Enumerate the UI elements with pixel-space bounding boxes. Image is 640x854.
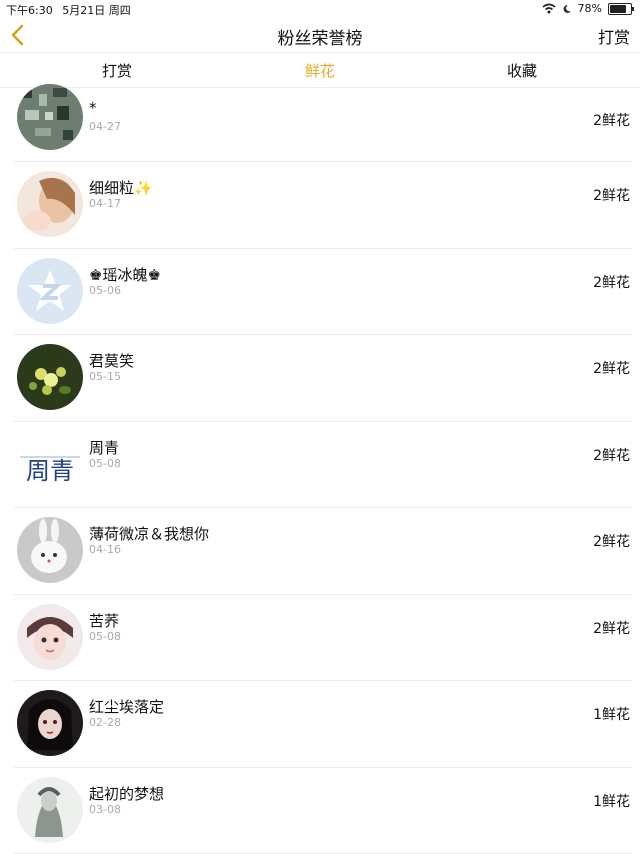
- flower-count: 1鲜花: [593, 704, 630, 724]
- list-item[interactable]: ♚瑶冰魄♚ 05-06 2鲜花: [14, 249, 632, 336]
- list-item[interactable]: 红尘埃落定 02-28 1鲜花: [14, 681, 632, 768]
- fan-date: 04-17: [89, 197, 121, 210]
- avatar-text: 周青: [26, 457, 74, 485]
- tab-bar: 打赏 鲜花 收藏: [0, 53, 640, 88]
- avatar[interactable]: [17, 344, 83, 410]
- avatar[interactable]: [17, 84, 83, 150]
- moon-icon: [562, 4, 572, 14]
- flower-count: 2鲜花: [593, 618, 630, 638]
- avatar[interactable]: [17, 777, 83, 843]
- flower-count: 2鲜花: [593, 445, 630, 465]
- battery-percent: 78%: [578, 2, 602, 15]
- tab-flowers[interactable]: 鲜花: [305, 60, 335, 81]
- fan-name: 周青: [89, 437, 119, 458]
- fan-name: *: [89, 99, 97, 117]
- fan-name: 君莫笑: [89, 350, 134, 371]
- fan-date: 04-16: [89, 543, 121, 556]
- fan-name: 苦荞: [89, 610, 119, 631]
- status-bar: 下午6:30 5月21日 周四 78%: [0, 0, 640, 18]
- fan-name: ♚瑶冰魄♚: [89, 264, 161, 285]
- tip-button[interactable]: 打赏: [598, 24, 630, 48]
- list-item[interactable]: 苦荞 05-08 2鲜花: [14, 595, 632, 682]
- flower-count: 2鲜花: [593, 358, 630, 378]
- page-title: 粉丝荣誉榜: [0, 24, 640, 49]
- avatar[interactable]: 周青: [17, 431, 83, 497]
- fan-name: 红尘埃落定: [89, 696, 164, 717]
- status-time-date: 下午6:30 5月21日 周四: [6, 2, 131, 18]
- fan-date: 05-06: [89, 284, 121, 297]
- fan-date: 05-15: [89, 370, 121, 383]
- flower-count: 2鲜花: [593, 110, 630, 130]
- avatar[interactable]: [17, 690, 83, 756]
- fan-list: * 04-27 2鲜花 细细粒✨ 04-17 2鲜花 ♚瑶冰魄♚ 05-06 2…: [0, 87, 640, 854]
- flower-count: 2鲜花: [593, 531, 630, 551]
- tab-tip[interactable]: 打赏: [102, 60, 132, 81]
- fan-date: 02-28: [89, 716, 121, 729]
- flower-count: 2鲜花: [593, 272, 630, 292]
- avatar[interactable]: [17, 258, 83, 324]
- flower-count: 2鲜花: [593, 185, 630, 205]
- status-time: 下午6:30: [6, 4, 53, 17]
- list-item[interactable]: 周青 周青 05-08 2鲜花: [14, 422, 632, 509]
- fan-date: 04-27: [89, 120, 121, 133]
- list-item[interactable]: 起初的梦想 03-08 1鲜花: [14, 768, 632, 854]
- list-item[interactable]: 薄荷微凉＆我想你 04-16 2鲜花: [14, 508, 632, 595]
- wifi-icon: [542, 3, 556, 14]
- avatar[interactable]: [17, 171, 83, 237]
- avatar[interactable]: [17, 517, 83, 583]
- fan-date: 05-08: [89, 457, 121, 470]
- battery-icon: [608, 3, 632, 15]
- avatar[interactable]: [17, 604, 83, 670]
- fan-date: 03-08: [89, 803, 121, 816]
- fan-name: 薄荷微凉＆我想你: [89, 523, 209, 544]
- flower-count: 1鲜花: [593, 791, 630, 811]
- nav-bar: 粉丝荣誉榜 打赏: [0, 18, 640, 53]
- fan-name: 起初的梦想: [89, 783, 164, 804]
- tab-favorites[interactable]: 收藏: [507, 60, 537, 81]
- status-date: 5月21日 周四: [62, 4, 131, 17]
- status-right: 78%: [542, 2, 632, 15]
- fan-name: 细细粒✨: [89, 177, 153, 198]
- list-item[interactable]: 细细粒✨ 04-17 2鲜花: [14, 162, 632, 249]
- fan-date: 05-08: [89, 630, 121, 643]
- list-item[interactable]: * 04-27 2鲜花: [14, 87, 632, 162]
- list-item[interactable]: 君莫笑 05-15 2鲜花: [14, 335, 632, 422]
